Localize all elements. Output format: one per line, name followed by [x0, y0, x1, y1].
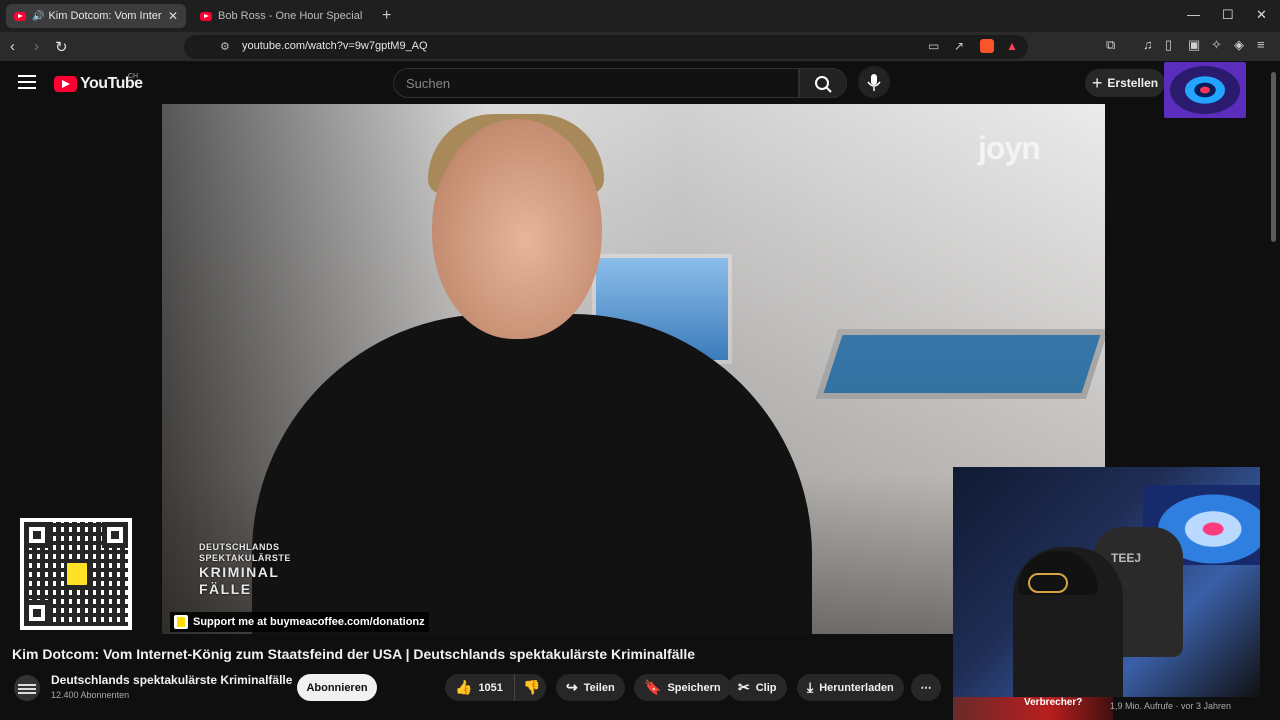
- extensions-icon[interactable]: ⧉: [1106, 37, 1115, 53]
- new-tab-icon[interactable]: +: [382, 7, 391, 25]
- share-label: Teilen: [583, 681, 615, 694]
- thumbs-down-icon: 👎: [523, 679, 541, 695]
- share-button[interactable]: ↪ Teilen: [556, 674, 625, 701]
- sidebar-icon[interactable]: ▯: [1165, 37, 1172, 53]
- donation-qr-code: [20, 518, 132, 630]
- show-logo-line: FÄLLE: [199, 581, 252, 597]
- video-title: Kim Dotcom: Vom Internet-König zum Staat…: [12, 646, 696, 662]
- close-tab-icon[interactable]: ✕: [168, 9, 178, 23]
- qr-pattern: [24, 522, 128, 626]
- youtube-logo[interactable]: YouTube CH: [54, 73, 143, 93]
- tab-bob-ross[interactable]: Bob Ross - One Hour Special - The G: [192, 4, 372, 28]
- support-text: Support me at buymeacoffee.com/donationz: [193, 616, 425, 628]
- audio-playing-icon[interactable]: 🔊: [32, 11, 44, 22]
- thumbs-up-icon: 👍: [455, 679, 473, 695]
- show-logo: DEUTSCHLANDS SPEKTAKULÄRSTE KRIMINAL FÄL…: [199, 542, 291, 598]
- chair-brand-text: TEEJ: [1111, 551, 1142, 565]
- account-avatar[interactable]: [1164, 62, 1246, 118]
- minimize-icon[interactable]: —: [1187, 7, 1200, 22]
- scissors-icon: ✂: [738, 679, 750, 695]
- scrollbar-thumb[interactable]: [1271, 72, 1276, 242]
- browser-tab-bar: 🔊 Kim Dotcom: Vom Internet-K ✕ Bob Ross …: [0, 0, 1280, 32]
- reload-icon[interactable]: ↻: [55, 38, 68, 56]
- youtube-favicon-icon: [200, 11, 212, 21]
- webcam-overlay: TEEJ: [953, 467, 1260, 697]
- more-actions-button[interactable]: ⋯: [911, 674, 941, 701]
- guide-menu-icon[interactable]: [18, 75, 36, 89]
- tab-kim-dotcom[interactable]: 🔊 Kim Dotcom: Vom Internet-K ✕: [6, 4, 186, 28]
- search-input[interactable]: Suchen: [393, 68, 799, 98]
- share-page-icon[interactable]: ↗: [954, 39, 964, 53]
- url-text: youtube.com/watch?v=9w7gptM9_AQ: [242, 40, 428, 52]
- joyn-watermark: joyn: [978, 130, 1041, 166]
- microphone-icon: [867, 74, 881, 91]
- maximize-icon[interactable]: ☐: [1222, 7, 1234, 23]
- tab-title: Bob Ross - One Hour Special - The G: [218, 10, 364, 22]
- search-icon: [815, 76, 832, 93]
- country-code: CH: [128, 73, 139, 80]
- save-label: Speichern: [667, 681, 721, 694]
- clip-button[interactable]: ✂ Clip: [728, 674, 787, 701]
- voice-search-button[interactable]: [858, 66, 890, 98]
- subscribe-button[interactable]: Abonnieren: [297, 674, 377, 701]
- bookmark-icon: 🔖: [644, 679, 662, 695]
- save-button[interactable]: 🔖 Speichern: [634, 674, 731, 701]
- video-scene-person-head: [432, 119, 602, 339]
- youtube-header: YouTube CH Suchen + Erstellen: [0, 62, 1280, 118]
- youtube-favicon-icon: [14, 11, 26, 21]
- plus-icon: +: [1091, 72, 1103, 93]
- cap-logo: [1028, 573, 1068, 593]
- wallet-icon[interactable]: ▣: [1188, 37, 1200, 53]
- close-window-icon[interactable]: ✕: [1256, 7, 1267, 23]
- clip-label: Clip: [755, 681, 777, 694]
- like-count: 1051: [478, 681, 503, 694]
- vpn-icon[interactable]: ◈: [1234, 37, 1244, 53]
- search-button[interactable]: [799, 68, 847, 98]
- youtube-play-icon: [54, 76, 77, 92]
- address-bar[interactable]: ⚙ youtube.com/watch?v=9w7gptM9_AQ ▭ ↗ ▲: [184, 35, 1028, 59]
- create-label: Erstellen: [1107, 76, 1159, 90]
- more-icon: ⋯: [920, 682, 932, 694]
- download-label: Herunterladen: [819, 681, 894, 694]
- subscriber-count: 12.400 Abonnenten: [51, 690, 130, 700]
- like-button[interactable]: 👍 1051: [445, 674, 514, 701]
- brave-shield-icon[interactable]: [980, 39, 994, 53]
- browser-toolbar: ‹ › ↻ 🔖 ⚙ youtube.com/watch?v=9w7gptM9_A…: [0, 32, 1280, 62]
- coffee-cup-icon: [174, 615, 188, 629]
- download-icon: ⤓: [807, 679, 814, 695]
- share-arrow-icon: ↪: [566, 679, 578, 695]
- cast-icon[interactable]: ▭: [928, 39, 939, 53]
- create-button[interactable]: + Erstellen: [1085, 69, 1165, 97]
- forward-icon[interactable]: ›: [34, 38, 39, 55]
- site-info-icon[interactable]: ⚙: [220, 40, 230, 53]
- coffee-cup-icon: [64, 560, 90, 588]
- leo-ai-icon[interactable]: ✧: [1211, 37, 1222, 53]
- show-logo-line: KRIMINAL: [199, 564, 280, 580]
- page-scrollbar[interactable]: [1269, 62, 1277, 720]
- support-banner: Support me at buymeacoffee.com/donationz: [170, 612, 429, 632]
- channel-avatar[interactable]: [14, 675, 40, 701]
- views-and-age: 1,9 Mio. Aufrufe · vor 3 Jahren: [1110, 701, 1232, 711]
- show-logo-line: SPEKTAKULÄRSTE: [199, 553, 291, 563]
- brave-rewards-icon[interactable]: ▲: [1006, 39, 1018, 53]
- media-icon[interactable]: ♫: [1143, 37, 1153, 52]
- tab-title: Kim Dotcom: Vom Internet-K: [48, 10, 162, 22]
- qr-finder: [102, 522, 128, 548]
- menu-icon[interactable]: ≡: [1257, 37, 1265, 52]
- show-logo-line: DEUTSCHLANDS: [199, 542, 280, 552]
- qr-finder: [24, 522, 50, 548]
- dislike-button[interactable]: 👎: [514, 674, 546, 701]
- qr-finder: [24, 600, 50, 626]
- download-button[interactable]: ⤓ Herunterladen: [797, 674, 904, 701]
- search-placeholder: Suchen: [406, 76, 451, 91]
- back-icon[interactable]: ‹: [10, 38, 15, 55]
- webcam-caption: Verbrecher?: [1024, 697, 1083, 708]
- channel-name[interactable]: Deutschlands spektakulärste Kriminalfäll…: [51, 673, 292, 687]
